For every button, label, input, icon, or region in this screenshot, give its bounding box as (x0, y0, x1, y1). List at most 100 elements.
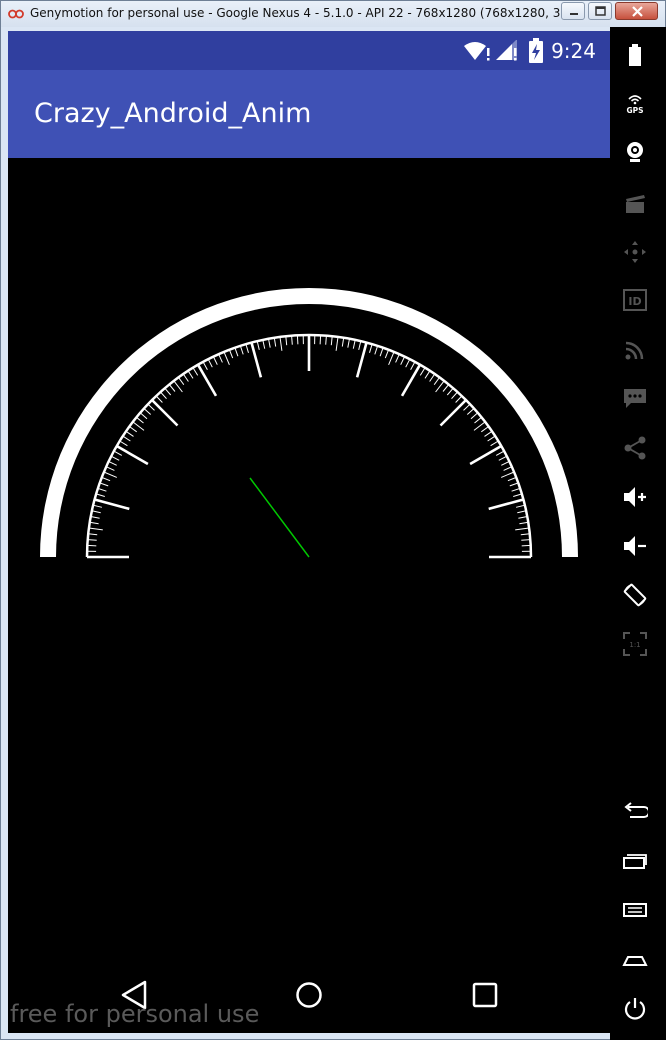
gauge-minor-tick (125, 430, 134, 437)
gauge-minor-tick (262, 339, 266, 349)
gauge-minor-tick (518, 516, 528, 519)
toolbar-sms-button[interactable] (622, 385, 648, 411)
gauge-minor-tick (429, 373, 436, 382)
webcam-icon (627, 142, 643, 162)
gauge-ticks (87, 335, 531, 559)
close-button[interactable] (615, 2, 658, 20)
gauge-minor-tick (119, 440, 128, 447)
gauge-minor-tick (473, 421, 486, 431)
gauge-minor-tick (410, 361, 416, 371)
gauge-minor-tick (192, 367, 199, 376)
toolbar-volume-up-button[interactable] (622, 484, 648, 510)
toolbar-back-button[interactable] (622, 799, 648, 825)
gauge-minor-tick (490, 440, 499, 447)
gauge-minor-tick (347, 338, 350, 348)
gauge-minor-tick (87, 539, 97, 541)
gauge-minor-tick (113, 450, 123, 456)
gauge-minor-tick (455, 395, 463, 403)
toolbar-home-button[interactable] (622, 947, 648, 973)
toolbar-share-button[interactable] (622, 435, 648, 461)
gauge-minor-tick (446, 387, 454, 396)
gauge-minor-tick (400, 356, 406, 365)
emulator-window: Genymotion for personal use - Google Nex… (0, 0, 666, 1040)
gauge-minor-tick (95, 493, 105, 497)
share-icon (624, 436, 646, 460)
watermark-text: free for personal use (10, 1000, 260, 1028)
gauge-minor-tick (319, 335, 322, 345)
gauge-minor-tick (466, 408, 475, 415)
toolbar-recent-apps-button[interactable] (622, 848, 648, 874)
toolbar-battery-button[interactable] (622, 42, 648, 68)
scale-icon: 1:1 (623, 632, 647, 656)
minimize-icon (570, 13, 578, 15)
gauge-minor-tick (101, 476, 111, 482)
gauge-minor-tick (223, 351, 230, 365)
toolbar-capture-button[interactable] (622, 190, 648, 216)
toolbar-identifiers-button[interactable]: ID (622, 287, 648, 313)
gauge-minor-tick (507, 476, 517, 482)
gauge-minor-tick (187, 370, 194, 379)
gauge-minor-tick (122, 435, 131, 442)
id-label: ID (628, 295, 641, 308)
gauge-minor-tick (173, 380, 183, 393)
rss-icon (625, 341, 644, 360)
toolbar-webcam-button[interactable] (622, 139, 648, 165)
gauge-minor-tick (495, 450, 505, 456)
toolbar-gps-button[interactable]: GPS (622, 91, 648, 117)
gauge-minor-tick (228, 349, 234, 359)
back-icon (624, 802, 648, 818)
gauge-minor-tick (388, 351, 395, 365)
minimize-button[interactable] (561, 2, 585, 20)
gauge-minor-tick (515, 504, 526, 508)
gauge-minor-tick (245, 343, 249, 353)
gauge-minor-tick (202, 361, 208, 371)
speedometer-gauge (40, 288, 578, 559)
gauge-minor-tick (291, 335, 293, 345)
gauge-minor-tick (463, 403, 471, 411)
gauge-minor-tick (155, 395, 163, 403)
window-title: Genymotion for personal use - Google Nex… (30, 6, 580, 20)
maximize-button[interactable] (588, 2, 612, 20)
gauge-minor-tick (419, 367, 426, 376)
gauge-major-tick (250, 342, 263, 378)
gauge-major-tick (151, 399, 179, 427)
gauge-minor-tick (511, 487, 521, 492)
toolbar-power-button[interactable] (622, 996, 648, 1022)
gauge-minor-tick (256, 340, 260, 351)
gauge-minor-tick (285, 336, 288, 346)
gauge-minor-tick (108, 460, 117, 466)
toolbar-remote-control-button[interactable] (622, 239, 648, 265)
gauge-minor-tick (279, 336, 283, 351)
gauge-minor-tick (160, 391, 167, 400)
gauge-minor-tick (395, 353, 400, 363)
power-icon (624, 998, 646, 1020)
maximize-icon (595, 6, 606, 16)
gauge-minor-tick (143, 408, 152, 415)
gauge-minor-tick (164, 387, 172, 396)
gauge-minor-tick (239, 345, 244, 355)
toolbar-scale-button[interactable]: 1:1 (622, 631, 648, 657)
genymotion-toolbar: GPS ID 1:1 (610, 27, 666, 1040)
toolbar-volume-down-button[interactable] (622, 533, 648, 559)
gauge-minor-tick (487, 435, 496, 442)
gauge-minor-tick (501, 471, 515, 478)
remote-control-icon (624, 241, 646, 263)
window-title-bar[interactable]: Genymotion for personal use - Google Nex… (1, 1, 665, 27)
capture-icon (626, 195, 645, 213)
android-screen[interactable]: 9:24 Crazy_Android_Anim free for persona… (8, 31, 610, 1033)
gauge-minor-tick (207, 358, 213, 368)
gauge-minor-tick (481, 426, 489, 433)
gauge-minor-tick (405, 358, 411, 368)
gauge-minor-tick (424, 370, 431, 379)
toolbar-rotate-button[interactable] (622, 582, 648, 608)
nav-recents-button[interactable] (471, 981, 499, 1009)
gauge-minor-tick (92, 504, 103, 508)
nav-home-button[interactable] (294, 980, 324, 1010)
toolbar-rss-button[interactable] (622, 337, 648, 363)
gauge-minor-tick (484, 430, 493, 437)
gauge-minor-tick (168, 384, 176, 392)
gauge-minor-tick (519, 521, 529, 525)
gauge-minor-tick (330, 336, 333, 346)
gauge-minor-tick (268, 338, 271, 348)
toolbar-menu-button[interactable] (622, 897, 648, 923)
